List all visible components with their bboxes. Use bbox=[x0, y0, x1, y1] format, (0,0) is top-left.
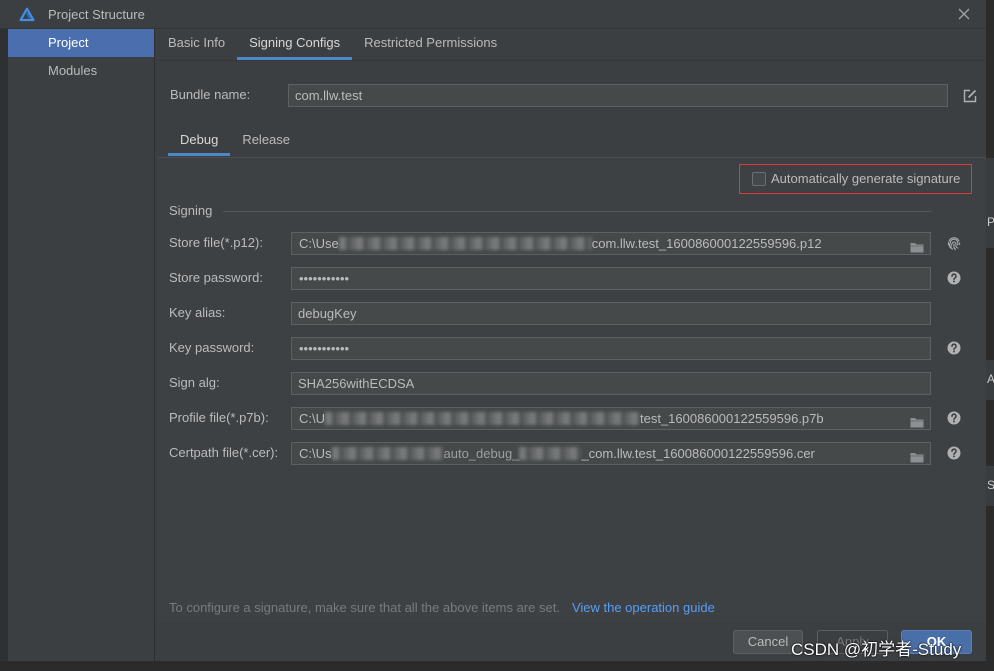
background-text-fragment: P bbox=[987, 215, 994, 229]
redacted-region bbox=[338, 237, 592, 251]
background-panel-block bbox=[986, 158, 994, 248]
background-right-strip: P AF SI bbox=[986, 0, 994, 671]
key-alias-label: Key alias: bbox=[169, 305, 226, 320]
tab-restricted-permissions[interactable]: Restricted Permissions bbox=[352, 29, 509, 60]
bundle-name-input[interactable] bbox=[288, 84, 948, 107]
hint-text: To configure a signature, make sure that… bbox=[169, 600, 560, 615]
store-file-path-prefix: C:\Use bbox=[299, 236, 339, 251]
signing-section-label: Signing bbox=[169, 203, 213, 218]
auto-sign-checkbox[interactable] bbox=[752, 172, 766, 186]
store-password-label: Store password: bbox=[169, 270, 263, 285]
sign-alg-label: Sign alg: bbox=[169, 375, 220, 390]
dialog-title: Project Structure bbox=[48, 7, 145, 22]
store-password-field[interactable]: ••••••••••• bbox=[291, 267, 931, 290]
tab-bar: Basic Info Signing Configs Restricted Pe… bbox=[156, 29, 509, 60]
tab-bar-divider bbox=[155, 60, 986, 61]
close-icon[interactable] bbox=[956, 6, 972, 22]
help-icon[interactable] bbox=[947, 446, 961, 460]
store-file-path-suffix: com.llw.test_160086000122559596.p12 bbox=[591, 236, 822, 251]
store-file-field[interactable]: C:\Use com.llw.test_160086000122559596.p1… bbox=[291, 232, 931, 255]
profile-file-label: Profile file(*.p7b): bbox=[169, 410, 269, 425]
sidebar-item-project[interactable]: Project bbox=[8, 29, 154, 57]
certpath-file-label: Certpath file(*.cer): bbox=[169, 445, 279, 460]
tab-debug[interactable]: Debug bbox=[168, 126, 231, 156]
folder-icon[interactable] bbox=[910, 238, 924, 253]
certpath-file-path-prefix: C:\Us bbox=[299, 446, 332, 461]
watermark: CSDN @初学者-Study bbox=[791, 640, 962, 659]
certpath-file-field[interactable]: C:\Us auto_debug_ _com.llw.test_1600860001… bbox=[291, 442, 931, 465]
background-left-strip bbox=[0, 29, 8, 661]
help-icon[interactable] bbox=[947, 341, 961, 355]
main-panel: Basic Info Signing Configs Restricted Pe… bbox=[155, 29, 986, 661]
background-text-fragment: SI bbox=[987, 478, 994, 492]
title-bar: Project Structure bbox=[0, 0, 986, 29]
background-text-fragment: AF bbox=[987, 372, 994, 386]
key-password-field[interactable]: ••••••••••• bbox=[291, 337, 931, 360]
folder-icon[interactable] bbox=[910, 413, 924, 428]
redacted-region bbox=[331, 447, 444, 461]
help-icon[interactable] bbox=[947, 411, 961, 425]
bundle-name-label: Bundle name: bbox=[170, 87, 251, 102]
folder-icon[interactable] bbox=[910, 448, 924, 463]
tab-basic-info[interactable]: Basic Info bbox=[156, 29, 237, 60]
certpath-file-path-suffix: _com.llw.test_160086000122559596.cer bbox=[581, 446, 815, 461]
signing-hint: To configure a signature, make sure that… bbox=[169, 599, 715, 617]
key-password-label: Key password: bbox=[169, 340, 255, 355]
highlight-box: Automatically generate signature bbox=[739, 164, 972, 194]
store-file-label: Store file(*.p12): bbox=[169, 235, 263, 250]
auto-sign-label[interactable]: Automatically generate signature bbox=[771, 171, 960, 187]
profile-file-path-suffix: test_160086000122559596.p7b bbox=[640, 411, 824, 426]
help-icon[interactable] bbox=[947, 271, 961, 285]
sidebar: Project Modules bbox=[8, 29, 155, 661]
key-alias-input[interactable] bbox=[291, 302, 931, 325]
deveco-logo-icon bbox=[19, 7, 35, 22]
profile-file-field[interactable]: C:\U test_160086000122559596.p7b bbox=[291, 407, 931, 430]
sidebar-item-modules[interactable]: Modules bbox=[8, 57, 154, 85]
signing-section-divider bbox=[223, 211, 932, 212]
redacted-region bbox=[519, 447, 582, 461]
redacted-region bbox=[325, 412, 640, 426]
edit-icon[interactable] bbox=[962, 88, 978, 104]
sign-alg-input[interactable] bbox=[291, 372, 931, 395]
profile-file-path-prefix: C:\U bbox=[299, 411, 325, 426]
tab-signing-configs[interactable]: Signing Configs bbox=[237, 29, 353, 60]
tab-release[interactable]: Release bbox=[230, 126, 302, 156]
build-type-tab-bar: Debug Release bbox=[168, 126, 302, 156]
certpath-file-path-middle: auto_debug_ bbox=[443, 446, 520, 461]
operation-guide-link[interactable]: View the operation guide bbox=[572, 599, 715, 617]
fingerprint-icon[interactable] bbox=[946, 235, 962, 251]
